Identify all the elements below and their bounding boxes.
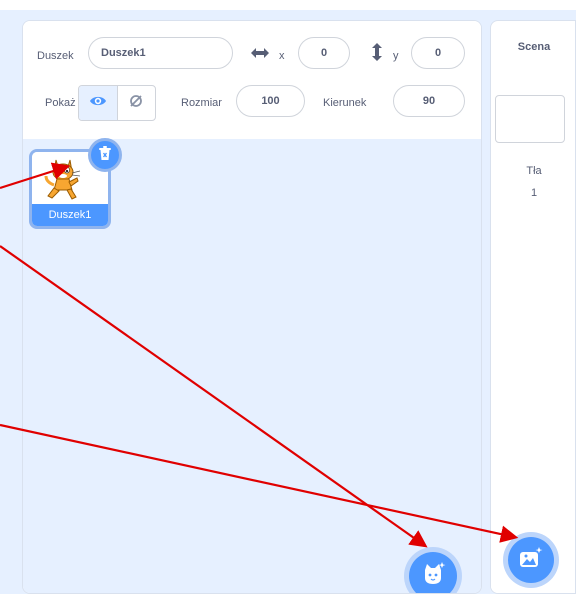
show-label: Pokaż	[45, 97, 76, 109]
size-value: 100	[261, 95, 280, 107]
choose-sprite-button[interactable]	[409, 552, 457, 593]
visibility-toggle	[78, 85, 156, 121]
x-label: x	[279, 50, 285, 62]
choose-backdrop-button[interactable]	[508, 537, 554, 583]
image-plus-icon	[519, 546, 543, 574]
sprite-name-label: Duszek	[37, 50, 74, 62]
stage-thumbnail	[495, 95, 565, 143]
stage-pane: Scena Tła 1	[490, 20, 576, 594]
stage-header: Scena	[491, 21, 575, 74]
backdrops-count: 1	[530, 187, 538, 199]
direction-input[interactable]: 90	[393, 85, 465, 117]
y-value: 0	[434, 47, 442, 59]
stage-selector[interactable]: Tła 1	[491, 73, 575, 593]
size-input[interactable]: 100	[236, 85, 305, 117]
trash-icon	[98, 145, 112, 166]
sprite-name-input[interactable]: Duszek1	[88, 37, 233, 69]
cat-plus-icon	[420, 561, 446, 592]
hide-button[interactable]	[118, 86, 156, 120]
sprite-name-value: Duszek1	[101, 47, 146, 59]
backdrops-label: Tła	[526, 165, 542, 177]
direction-value: 90	[422, 95, 436, 107]
eye-icon	[89, 94, 107, 113]
size-label: Rozmiar	[181, 97, 222, 109]
sprite-list: Duszek1	[23, 139, 481, 593]
y-position-input[interactable]: 0	[411, 37, 465, 69]
sprite-tile-name: Duszek1	[32, 204, 108, 226]
x-value: 0	[320, 47, 328, 59]
x-position-input[interactable]: 0	[298, 37, 350, 69]
horizontal-double-arrow-icon	[249, 45, 271, 61]
show-button[interactable]	[79, 86, 118, 120]
vertical-double-arrow-icon	[370, 41, 384, 63]
direction-label: Kierunek	[323, 97, 367, 109]
eye-slash-icon	[128, 93, 144, 114]
sprite-info-panel: Duszek Duszek1 x 0 y 0 Pokaż Rozmiar 100…	[23, 21, 481, 140]
sprite-pane: Duszek Duszek1 x 0 y 0 Pokaż Rozmiar 100…	[22, 20, 482, 594]
delete-sprite-button[interactable]	[88, 138, 122, 172]
y-label: y	[393, 50, 399, 62]
